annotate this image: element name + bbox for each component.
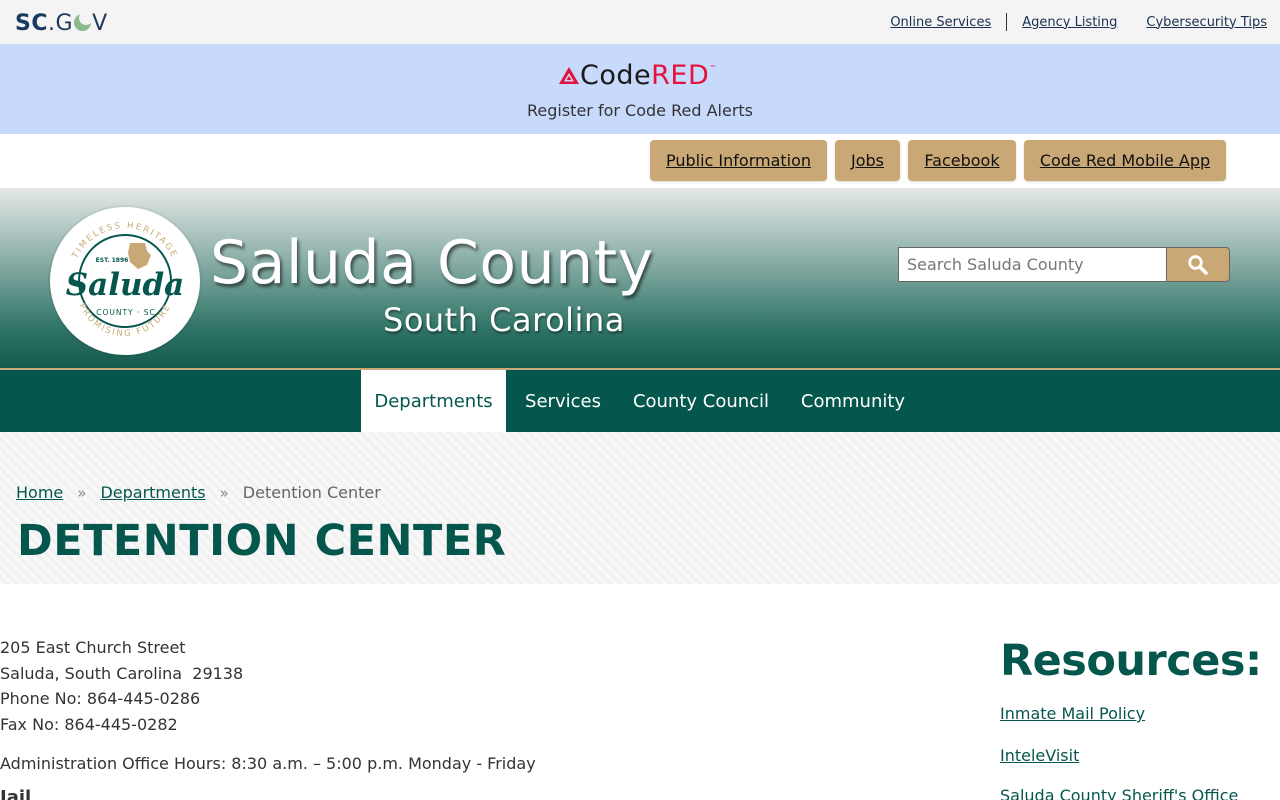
codered-trademark: ™ <box>709 64 717 72</box>
agency-listing-link[interactable]: Agency Listing <box>1022 15 1117 30</box>
codered-red-text: RED <box>651 60 710 91</box>
office-hours: Administration Office Hours: 8:30 a.m. –… <box>0 754 536 773</box>
breadcrumb-departments-link[interactable]: Departments <box>100 483 205 502</box>
seal-county-text: COUNTY · SC <box>96 308 156 317</box>
seal-est-text: EST. 1896 <box>96 257 129 264</box>
quick-links-bar: Public Information Jobs Facebook Code Re… <box>0 134 1280 188</box>
link-divider <box>1006 13 1008 31</box>
cybersecurity-tips-link[interactable]: Cybersecurity Tips <box>1146 15 1267 30</box>
scgov-logo-sc: SC <box>15 11 48 36</box>
resources-heading: Resources: <box>1000 636 1262 686</box>
search-button[interactable] <box>1166 247 1230 282</box>
nav-departments[interactable]: Departments <box>361 370 506 432</box>
seal-saluda-text: Saluda <box>66 267 185 303</box>
address-line-2: Saluda, South Carolina 29138 <box>0 663 244 683</box>
nav-community[interactable]: Community <box>788 370 918 432</box>
breadcrumb-separator: » <box>219 483 229 502</box>
facebook-button[interactable]: Facebook <box>908 140 1016 181</box>
section-heading-clipped: Jail Administrator <box>0 787 140 800</box>
codered-code-text: Code <box>580 60 652 91</box>
search-icon <box>1188 254 1208 275</box>
site-header: TIMELESS HERITAGE PROMISING FUTURE EST. … <box>0 188 1280 368</box>
scgov-logo-dot: . <box>48 11 56 36</box>
code-red-mobile-app-button[interactable]: Code Red Mobile App <box>1024 140 1226 181</box>
county-seal-logo[interactable]: TIMELESS HERITAGE PROMISING FUTURE EST. … <box>50 207 200 355</box>
codered-alert-icon <box>559 66 579 84</box>
breadcrumb-separator: » <box>77 483 87 502</box>
inmate-mail-policy-link[interactable]: Inmate Mail Policy <box>1000 704 1145 723</box>
page-hero: Home » Departments » Detention Center DE… <box>0 432 1280 584</box>
address-line-1: 205 East Church Street <box>0 638 186 657</box>
breadcrumb-current: Detention Center <box>242 483 381 502</box>
nav-county-council[interactable]: County Council <box>620 370 782 432</box>
county-seal-graphic: TIMELESS HERITAGE PROMISING FUTURE EST. … <box>55 211 195 351</box>
intelevisit-link[interactable]: InteleVisit <box>1000 746 1079 765</box>
online-services-link[interactable]: Online Services <box>890 15 991 30</box>
scgov-logo[interactable]: SC.G V <box>15 11 108 37</box>
scgov-logo-v: V <box>92 11 108 36</box>
breadcrumb: Home » Departments » Detention Center <box>16 483 381 502</box>
site-subtitle: South Carolina <box>383 301 625 339</box>
site-title[interactable]: Saluda County <box>210 228 654 298</box>
jail-administrator-heading: Jail Administrator <box>0 787 32 800</box>
jobs-button[interactable]: Jobs <box>835 140 900 181</box>
breadcrumb-home-link[interactable]: Home <box>16 483 63 502</box>
codered-banner: Code RED ™ Register for Code Red Alerts <box>0 44 1280 134</box>
crescent-moon-icon <box>74 11 94 31</box>
main-navigation: Departments Services County Council Comm… <box>0 368 1280 432</box>
codered-logo[interactable]: Code RED ™ <box>558 60 716 91</box>
search-input[interactable] <box>898 247 1166 282</box>
fax-number: Fax No: 864-445-0282 <box>0 715 178 735</box>
phone-number: Phone No: 864-445-0286 <box>0 689 201 709</box>
public-information-button[interactable]: Public Information <box>650 140 827 181</box>
top-utility-bar: SC.G V Online Services Agency Listing Cyb… <box>0 0 1280 44</box>
sheriffs-office-link[interactable]: Saluda County Sheriff's Office <box>1000 786 1238 800</box>
codered-register-text[interactable]: Register for Code Red Alerts <box>0 101 1280 120</box>
top-links: Online Services Agency Listing Cybersecu… <box>890 13 1267 31</box>
contact-info: 205 East Church Street Saluda, South Car… <box>0 635 243 738</box>
nav-services[interactable]: Services <box>512 370 614 432</box>
page-title: DETENTION CENTER <box>17 516 507 566</box>
scgov-logo-g: G <box>55 11 74 36</box>
